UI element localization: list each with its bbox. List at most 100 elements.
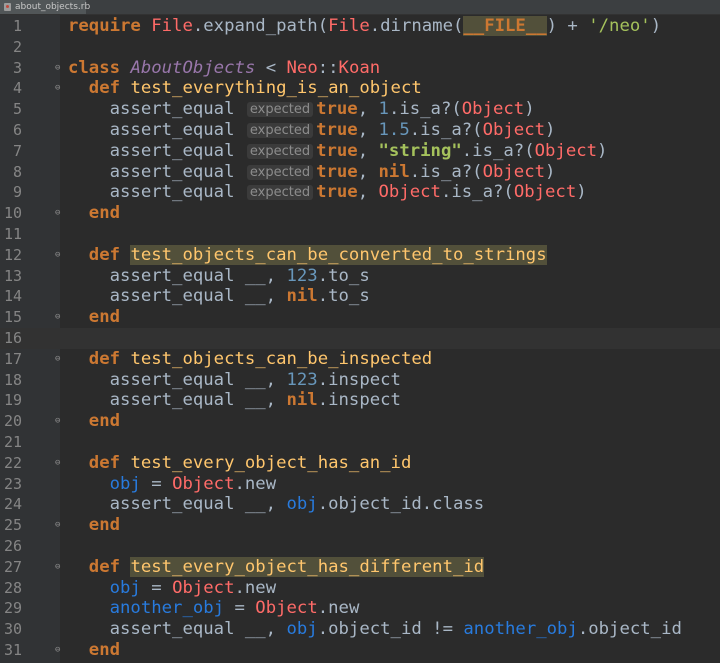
code-token: def	[68, 244, 131, 265]
code-text: assert_equal __, nil.inspect	[68, 390, 401, 411]
fold-marker-icon[interactable]: ⊖	[55, 562, 63, 572]
code-line[interactable]: 9 assert_equal expected true, Object.is_a…	[0, 182, 720, 203]
fold-marker-icon[interactable]: ⊖	[55, 520, 63, 530]
code-line[interactable]: 6 assert_equal expected true, 1.5.is_a?(O…	[0, 120, 720, 141]
line-number: 7	[12, 141, 22, 160]
code-token: .new	[317, 598, 360, 619]
line-number: 16	[3, 329, 22, 347]
fold-marker-icon[interactable]: ⊖	[55, 208, 63, 218]
code-line[interactable]: 12 ⊖ def test_objects_can_be_converted_to…	[0, 244, 720, 266]
fold-marker-icon[interactable]: ⊖	[55, 354, 63, 364]
code-line[interactable]: 5 assert_equal expected true, 1.is_a?(Obj…	[0, 99, 720, 120]
code-line[interactable]: 18 assert_equal __, 123.inspect	[0, 370, 720, 391]
line-number: 13	[3, 266, 22, 285]
line-number: 29	[3, 599, 22, 618]
code-line[interactable]: 16	[0, 328, 720, 349]
fold-marker-icon[interactable]: ⊖	[55, 83, 63, 93]
line-number: 12	[3, 245, 22, 264]
code-line[interactable]: 23 obj = Object.new	[0, 474, 720, 495]
code-line[interactable]: 31 ⊖ end	[0, 640, 720, 661]
code-text: require File.expand_path(File.dirname(__…	[68, 16, 661, 37]
code-token: 123	[286, 369, 318, 390]
code-line[interactable]: 3 ⊖ class AboutObjects < Neo::Koan	[0, 58, 720, 79]
fold-marker-icon[interactable]: ⊖	[55, 645, 63, 655]
code-line[interactable]: 13 assert_equal __, 123.to_s	[0, 266, 720, 287]
line-number: 21	[3, 433, 22, 451]
line-number: 14	[3, 287, 22, 306]
code-token: true	[316, 99, 358, 120]
fold-marker-icon[interactable]: ⊖	[55, 63, 63, 73]
code-line[interactable]: 8 assert_equal expected true, nil.is_a?(O…	[0, 162, 720, 183]
code-token: def	[68, 348, 131, 369]
fold-marker-icon[interactable]: ⊖	[55, 416, 63, 426]
code-token: end	[68, 515, 121, 536]
code-line[interactable]: 17 ⊖ def test_objects_can_be_inspected	[0, 349, 720, 370]
code-token: .to_s	[317, 265, 370, 286]
code-token: assert_equal	[68, 182, 245, 203]
line-number: 17	[3, 349, 22, 368]
code-token: end	[68, 411, 121, 432]
code-token: Object	[461, 99, 525, 120]
line-number: 19	[3, 391, 22, 410]
code-line[interactable]: 15 ⊖ end	[0, 307, 720, 328]
code-line[interactable]: 2	[0, 37, 720, 58]
code-line[interactable]: 25 ⊖ end	[0, 515, 720, 536]
code-line[interactable]: 22 ⊖ def test_every_object_has_an_id	[0, 453, 720, 474]
code-line[interactable]: 30 assert_equal __, obj.object_id != ano…	[0, 619, 720, 640]
line-number: 25	[3, 516, 22, 535]
tab-about-objects[interactable]: about_objects.rb	[0, 0, 90, 14]
editor-tab-bar: about_objects.rb	[0, 0, 720, 15]
code-text: assert_equal __, 123.to_s	[68, 266, 370, 287]
code-token: Object	[513, 182, 577, 203]
fold-marker-icon[interactable]: ⊖	[55, 458, 63, 468]
code-text: assert_equal __, 123.inspect	[68, 370, 401, 391]
fold-marker-icon[interactable]: ⊖	[55, 250, 63, 260]
code-text: obj = Object.new	[68, 577, 277, 599]
line-number: 20	[3, 412, 22, 431]
code-line[interactable]: 24 assert_equal __, obj.object_id.class	[0, 494, 720, 515]
code-token: .is_a?(	[388, 99, 462, 120]
code-token: assert_equal __,	[68, 494, 287, 515]
code-line[interactable]: 4 ⊖ def test_everything_is_an_object	[0, 78, 720, 99]
code-token: .new	[234, 473, 277, 494]
code-line[interactable]: 29 another_obj = Object.new	[0, 598, 720, 619]
code-line[interactable]: 21	[0, 432, 720, 453]
code-line[interactable]: 19 assert_equal __, nil.inspect	[0, 390, 720, 411]
line-number: 27	[3, 557, 22, 576]
code-token: ,	[357, 99, 379, 120]
code-line[interactable]: 14 assert_equal __, nil.to_s	[0, 286, 720, 307]
code-line[interactable]: 27 ⊖ def test_every_object_has_different_…	[0, 556, 720, 578]
parameter-hint: expected	[246, 102, 314, 118]
code-token: another_obj	[463, 619, 578, 640]
fold-marker-icon[interactable]: ⊖	[55, 312, 63, 322]
code-token: def	[68, 78, 131, 99]
code-text: end	[68, 515, 120, 536]
code-line[interactable]: 26	[0, 536, 720, 557]
code-text: end	[68, 640, 120, 661]
code-token: assert_equal __,	[68, 619, 287, 640]
code-token: File	[328, 16, 370, 36]
code-token: nil	[286, 390, 318, 411]
code-token: def	[68, 452, 131, 473]
code-text: class AboutObjects < Neo::Koan	[68, 58, 380, 79]
line-number: 26	[3, 537, 22, 555]
code-text: end	[68, 307, 120, 328]
code-token: assert_equal	[68, 161, 245, 182]
code-line[interactable]: 20 ⊖ end	[0, 411, 720, 432]
code-editor[interactable]: 1 require File.expand_path(File.dirname(_…	[0, 15, 720, 663]
code-line[interactable]: 7 assert_equal expected true, "string".is…	[0, 141, 720, 162]
code-line[interactable]: 11	[0, 224, 720, 245]
line-number: 30	[3, 620, 22, 639]
code-token: File	[151, 16, 193, 36]
code-line[interactable]: 1 require File.expand_path(File.dirname(_…	[0, 16, 720, 37]
code-line[interactable]: 10 ⊖ end	[0, 203, 720, 224]
code-token: true	[316, 182, 358, 203]
line-number: 24	[3, 495, 22, 514]
code-token: .object_id !=	[317, 619, 464, 640]
code-text: def test_every_object_has_different_id	[68, 556, 485, 578]
code-text: def test_objects_can_be_inspected	[68, 349, 432, 370]
line-number: 31	[3, 641, 22, 659]
code-token: Object	[172, 577, 235, 598]
code-line[interactable]: 28 obj = Object.new	[0, 578, 720, 599]
